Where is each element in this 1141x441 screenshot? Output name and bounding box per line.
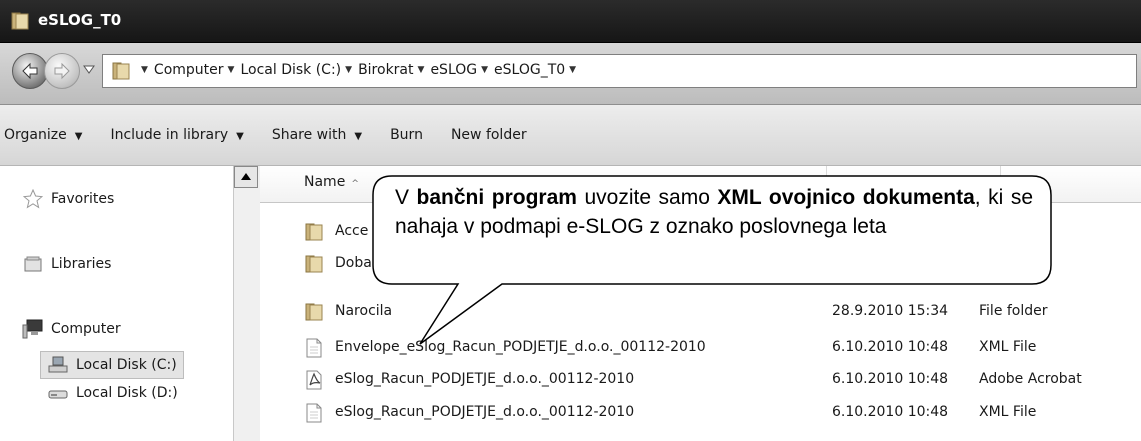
recent-pages-dropdown-icon[interactable] bbox=[83, 65, 95, 75]
breadcrumb-eslog[interactable]: eSLOG bbox=[430, 62, 477, 78]
callout-bold-1: bančni program bbox=[416, 186, 577, 209]
file-row[interactable]: eSlog_Racun_PODJETJE_d.o.o._00112-2010 6.… bbox=[260, 398, 1141, 430]
pdf-file-icon bbox=[304, 370, 324, 390]
hard-disk-icon bbox=[47, 354, 69, 376]
nav-label-local-disk-c: Local Disk (C:) bbox=[76, 357, 177, 373]
address-row: ▼ Computer ▼ Local Disk (C:) ▼ Birokrat … bbox=[0, 43, 1141, 105]
file-date-modified: 6.10.2010 10:48 bbox=[832, 404, 949, 420]
folder-icon bbox=[112, 62, 130, 80]
column-name-label: Name bbox=[304, 174, 346, 190]
chevron-down-icon[interactable]: ▼ bbox=[228, 65, 235, 75]
callout-bold-2: XML ovojnico dokumenta bbox=[717, 186, 975, 209]
chevron-down-icon: ▼ bbox=[354, 131, 363, 142]
file-name: Doba bbox=[335, 255, 372, 271]
breadcrumb-birokrat[interactable]: Birokrat bbox=[358, 62, 413, 78]
burn-button[interactable]: Burn bbox=[376, 127, 437, 143]
nav-item-favorites[interactable]: Favorites bbox=[22, 188, 114, 210]
share-with-button[interactable]: Share with ▼ bbox=[258, 127, 376, 143]
nav-label-libraries: Libraries bbox=[51, 256, 112, 272]
include-in-library-button[interactable]: Include in library ▼ bbox=[96, 127, 257, 143]
nav-item-local-disk-d[interactable]: Local Disk (D:) bbox=[47, 382, 178, 404]
callout-text-1: V bbox=[395, 186, 417, 209]
chevron-down-icon[interactable]: ▼ bbox=[418, 65, 425, 75]
star-icon bbox=[22, 188, 44, 210]
nav-label-computer: Computer bbox=[51, 321, 121, 337]
organize-label: Organize bbox=[4, 127, 67, 143]
nav-item-libraries[interactable]: Libraries bbox=[22, 253, 111, 275]
nav-scrollbar[interactable] bbox=[233, 166, 260, 441]
file-type: XML File bbox=[979, 404, 1037, 420]
chevron-down-icon[interactable]: ▼ bbox=[481, 65, 488, 75]
breadcrumb-local-disk-c[interactable]: Local Disk (C:) bbox=[240, 62, 341, 78]
chevron-down-icon[interactable]: ▼ bbox=[345, 65, 352, 75]
command-bar: Organize ▼ Include in library ▼ Share with… bbox=[0, 105, 1141, 166]
window-title: eSLOG_T0 bbox=[38, 11, 122, 29]
organize-button[interactable]: Organize ▼ bbox=[0, 127, 96, 143]
sort-icon: ^ bbox=[351, 179, 359, 189]
breadcrumb: ▼ Computer ▼ Local Disk (C:) ▼ Birokrat … bbox=[137, 62, 582, 78]
file-name: eSlog_Racun_PODJETJE_d.o.o._00112-2010 bbox=[335, 404, 635, 420]
breadcrumb-eslog-t0[interactable]: eSLOG_T0 bbox=[494, 62, 565, 78]
title-bar: eSLOG_T0 bbox=[0, 0, 1141, 43]
computer-icon bbox=[22, 318, 44, 340]
chevron-down-icon[interactable]: ▼ bbox=[569, 65, 576, 75]
back-button[interactable] bbox=[12, 53, 48, 89]
chevron-down-icon[interactable]: ▼ bbox=[141, 65, 148, 75]
folder-icon bbox=[11, 12, 29, 30]
new-folder-button[interactable]: New folder bbox=[437, 127, 541, 143]
scroll-up-button[interactable] bbox=[234, 166, 258, 188]
forward-button[interactable] bbox=[44, 53, 80, 89]
callout-text-2: uvozite samo bbox=[576, 186, 718, 209]
xml-file-icon bbox=[304, 403, 324, 423]
hard-disk-icon bbox=[47, 382, 69, 404]
navigation-pane: Favorites Libraries Computer Local Disk … bbox=[0, 166, 260, 441]
file-name: Acce bbox=[335, 223, 369, 239]
nav-item-local-disk-c[interactable]: Local Disk (C:) bbox=[40, 351, 184, 379]
back-arrow-icon bbox=[22, 62, 38, 80]
chevron-down-icon: ▼ bbox=[236, 131, 244, 142]
folder-icon bbox=[304, 222, 324, 242]
forward-arrow-icon bbox=[54, 62, 70, 80]
folder-icon bbox=[304, 302, 324, 322]
nav-item-computer[interactable]: Computer bbox=[22, 318, 121, 340]
breadcrumb-computer[interactable]: Computer bbox=[154, 62, 224, 78]
xml-file-icon bbox=[304, 338, 324, 358]
nav-label-local-disk-d: Local Disk (D:) bbox=[76, 385, 178, 401]
nav-label-favorites: Favorites bbox=[51, 191, 115, 207]
column-name[interactable]: Name ^ bbox=[304, 174, 359, 190]
chevron-down-icon: ▼ bbox=[74, 131, 83, 142]
libraries-icon bbox=[22, 253, 44, 275]
include-in-library-label: Include in library bbox=[110, 127, 229, 143]
folder-icon bbox=[304, 254, 324, 274]
callout-text: V bančni program uvozite samo XML ovojni… bbox=[395, 183, 1033, 241]
share-with-label: Share with bbox=[271, 127, 347, 143]
address-bar[interactable]: ▼ Computer ▼ Local Disk (C:) ▼ Birokrat … bbox=[102, 54, 1137, 88]
